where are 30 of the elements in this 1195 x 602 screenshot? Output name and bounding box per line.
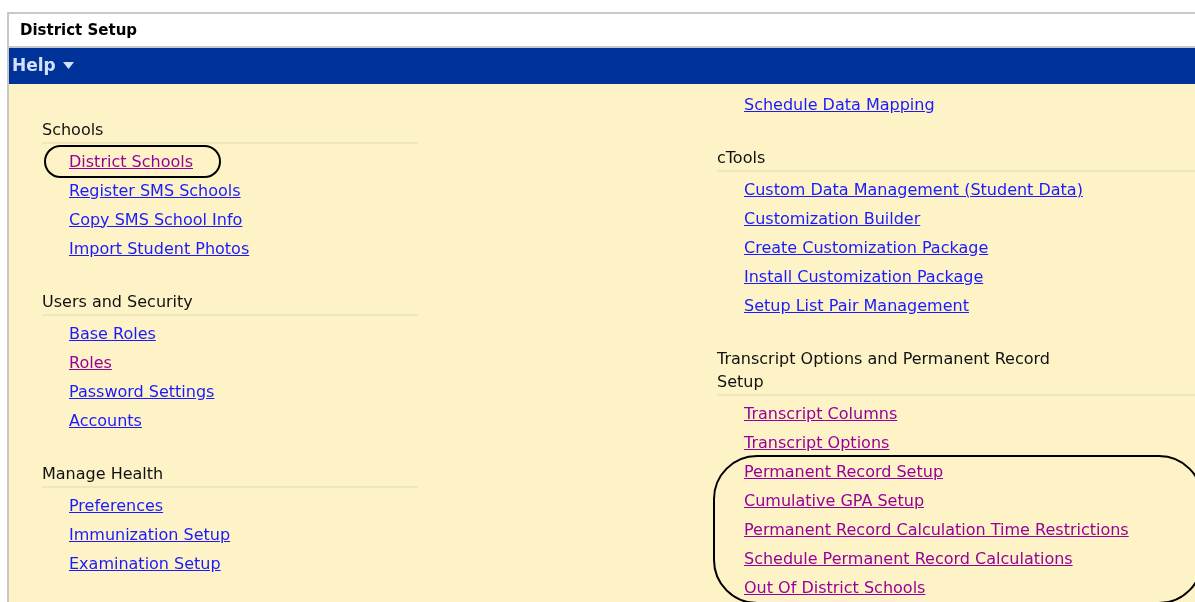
setup-link[interactable]: Schedule Permanent Record Calculations <box>744 548 1073 569</box>
setup-link[interactable]: Accounts <box>69 410 142 431</box>
setup-link[interactable]: Copy SMS School Info <box>69 209 243 230</box>
help-menu[interactable]: Help <box>9 53 74 79</box>
setup-link[interactable]: Preferences <box>69 495 164 516</box>
section-header: cTools <box>717 146 1195 172</box>
setup-link[interactable]: Immunization Setup <box>69 524 231 545</box>
setup-link[interactable]: Transcript Options <box>744 432 890 453</box>
setup-link[interactable]: Permanent Record Setup <box>744 461 944 482</box>
setup-link[interactable]: Create Customization Package <box>744 237 989 258</box>
setup-link[interactable]: Examination Setup <box>69 553 221 574</box>
setup-link[interactable]: Install Customization Package <box>744 266 984 287</box>
setup-link[interactable]: Base Roles <box>69 323 156 344</box>
setup-link[interactable]: District Schools <box>69 151 193 172</box>
setup-link[interactable]: Import Student Photos <box>69 238 250 259</box>
setup-link[interactable]: Roles <box>69 352 112 373</box>
section-header: Transcript Options and Permanent Record Setup <box>717 347 1195 396</box>
setup-link[interactable]: Schedule Data Mapping <box>744 94 935 115</box>
setup-link[interactable]: Password Settings <box>69 381 215 402</box>
setup-link[interactable]: Register SMS Schools <box>69 180 241 201</box>
setup-link[interactable]: Customization Builder <box>744 208 921 229</box>
setup-link[interactable]: Out Of District Schools <box>744 577 926 598</box>
setup-link[interactable]: Transcript Columns <box>744 403 898 424</box>
setup-link[interactable]: Custom Data Management (Student Data) <box>744 179 1083 200</box>
setup-link[interactable]: Setup List Pair Management <box>744 295 969 316</box>
section-header: Manage Health <box>42 462 418 488</box>
setup-link[interactable]: Permanent Record Calculation Time Restrictions <box>744 519 1129 540</box>
setup-link[interactable]: Cumulative GPA Setup <box>744 490 925 511</box>
section-header: Schools <box>42 118 418 144</box>
section-header: Users and Security <box>42 290 418 316</box>
